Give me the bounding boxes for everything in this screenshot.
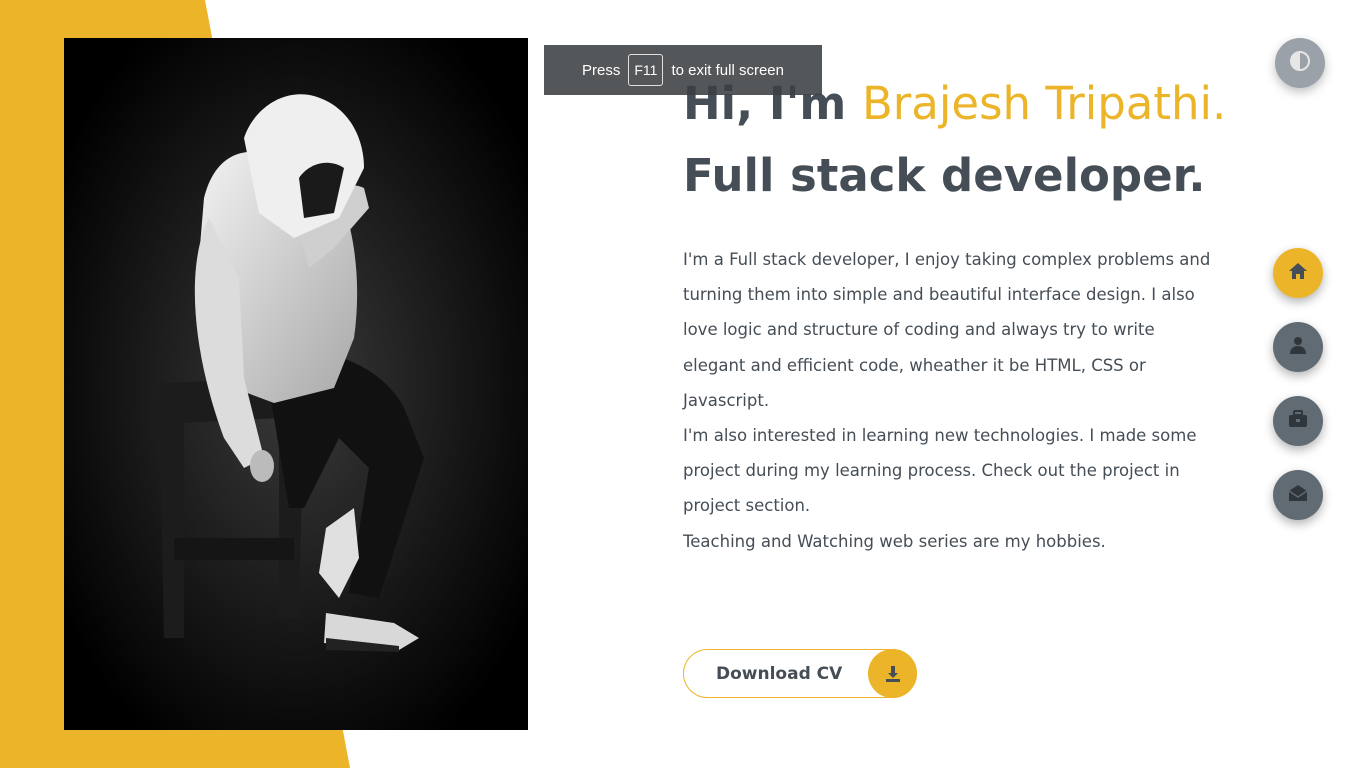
theme-toggle-button[interactable] [1275, 38, 1325, 88]
home-page: Press F11 to exit full screen Hi, I'm Br… [0, 0, 1366, 768]
home-icon [1287, 260, 1309, 286]
half-circle-icon [1289, 50, 1311, 76]
download-cv-label: Download CV [716, 663, 843, 684]
hero-paragraph-learning: I'm also interested in learning new tech… [683, 426, 1197, 516]
hooded-person-illustration [64, 38, 528, 730]
fullscreen-notice-prefix: Press [582, 61, 621, 79]
nav-portfolio-button[interactable] [1273, 396, 1323, 446]
nav-about-button[interactable] [1273, 322, 1323, 372]
nav-contact-button[interactable] [1273, 470, 1323, 520]
hero-section: Hi, I'm Brajesh Tripathi. Full stack dev… [683, 68, 1243, 559]
fullscreen-notice: Press F11 to exit full screen [544, 45, 822, 95]
profile-photo [64, 38, 528, 730]
hero-paragraph-intro: I'm a Full stack developer, I enjoy taki… [683, 250, 1211, 410]
user-icon [1288, 335, 1308, 359]
hero-role: Full stack developer. [683, 149, 1206, 202]
download-cv-button[interactable]: Download CV [683, 649, 917, 698]
hero-description: I'm a Full stack developer, I enjoy taki… [683, 242, 1213, 559]
fullscreen-notice-suffix: to exit full screen [671, 61, 784, 79]
hero-paragraph-hobbies: Teaching and Watching web series are my … [683, 531, 1106, 551]
hero-name: Brajesh Tripathi. [861, 77, 1227, 130]
download-icon [868, 649, 917, 698]
nav-home-button[interactable] [1273, 248, 1323, 298]
briefcase-icon [1287, 409, 1309, 433]
envelope-open-icon [1287, 483, 1309, 507]
f11-key-badge: F11 [628, 54, 664, 86]
